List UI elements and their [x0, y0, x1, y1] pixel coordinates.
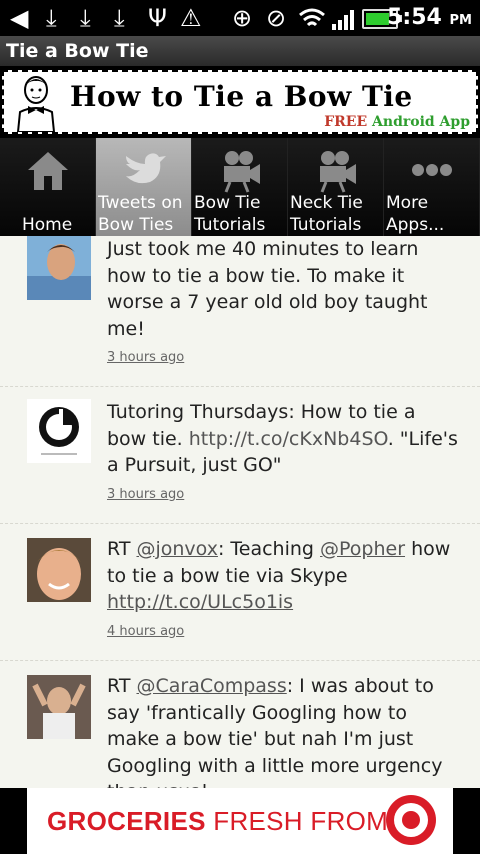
tweet-text: RT @jonvox: Teaching @Popher how to tie … [107, 538, 451, 613]
banner-title: How to Tie a Bow Tie [70, 80, 413, 113]
app-title-bar: Tie a Bow Tie [0, 36, 480, 66]
download-icon: ⤓ [80, 4, 91, 32]
avatar [27, 538, 91, 602]
bird-icon [125, 153, 166, 184]
avatar [27, 675, 91, 739]
tweet-mention[interactable]: @Popher [320, 538, 405, 560]
tweet-link[interactable]: http://t.co/ULc5o1is [107, 591, 293, 613]
tweet-mention[interactable]: @jonvox [136, 538, 217, 560]
ad-banner[interactable]: GROCERIES FRESH FROM [0, 788, 480, 854]
usb-icon: Ψ [148, 4, 167, 32]
clock: 5:54 PM [387, 5, 472, 30]
no-sound-icon: ⊘ [266, 4, 287, 32]
tweet-item[interactable]: Just took me 40 minutes to learn how to … [0, 236, 480, 387]
tab-neck-tie-tutorials-label: Neck Tie Tutorials [290, 193, 363, 235]
tab-bow-tie-tutorials-label: Bow Tie Tutorials [194, 193, 266, 235]
target-logo-icon [386, 795, 436, 845]
tweet-feed[interactable]: Just took me 40 minutes to learn how to … [0, 236, 480, 788]
tab-home[interactable]: Home [0, 138, 96, 236]
back-arrow-icon: ◀ [10, 4, 29, 32]
tweet-item[interactable]: Tutoring Thursdays: How to tie a bow tie… [0, 387, 480, 524]
tweet-mention[interactable]: @CaraCompass [136, 675, 286, 697]
ad-text: GROCERIES FRESH FROM [47, 806, 389, 836]
status-bar: ◀ ⤓ ⤓ ⤓ Ψ ⚠ ⊕ ⊘ 5:54 PM [0, 0, 480, 36]
tab-neck-tie-tutorials[interactable]: Neck Tie Tutorials [288, 138, 384, 236]
bow-tie-man-logo [16, 76, 56, 132]
home-icon [27, 152, 68, 190]
tweet-item[interactable]: RT @jonvox: Teaching @Popher how to tie … [0, 524, 480, 661]
avatar [27, 399, 91, 463]
tweet-timestamp[interactable]: 4 hours ago [107, 624, 184, 639]
download-icon: ⤓ [46, 4, 57, 32]
gps-icon: ⊕ [232, 4, 253, 32]
tab-tweets-label: Tweets on Bow Ties [98, 193, 183, 235]
warning-icon: ⚠ [180, 4, 202, 32]
tweet-text: Just took me 40 minutes to learn how to … [107, 238, 428, 340]
banner-subtitle: FREE Android App [324, 114, 470, 130]
tab-home-label: Home [22, 215, 73, 235]
tweet-link[interactable]: http://t.co/cKxNb4SO [189, 428, 388, 450]
download-icon: ⤓ [114, 4, 125, 32]
wifi-icon [299, 8, 325, 27]
signal-icon [332, 10, 354, 30]
app-title: Tie a Bow Tie [6, 40, 149, 62]
tweet-text: RT @CaraCompass: I was about to say 'fra… [107, 675, 443, 788]
tab-bow-tie-tutorials[interactable]: Bow Tie Tutorials [192, 138, 288, 236]
more-dots-icon [411, 164, 452, 176]
tweet-timestamp[interactable]: 3 hours ago [107, 350, 184, 365]
app-banner: How to Tie a Bow Tie FREE Android App [0, 66, 480, 138]
tab-bar: Home Tweets on Bow Ties Bow Tie Tutorial… [0, 138, 480, 236]
tab-tweets[interactable]: Tweets on Bow Ties [96, 138, 192, 236]
tweet-timestamp[interactable]: 3 hours ago [107, 487, 184, 502]
tab-more-apps[interactable]: More Apps... [384, 138, 480, 236]
tweet-item[interactable]: RT @CaraCompass: I was about to say 'fra… [0, 661, 480, 788]
movie-camera-icon [319, 151, 356, 193]
tweet-text: Tutoring Thursdays: How to tie a bow tie… [107, 401, 458, 476]
avatar [27, 236, 91, 300]
tab-more-apps-label: More Apps... [386, 193, 445, 235]
movie-camera-icon [223, 151, 260, 193]
